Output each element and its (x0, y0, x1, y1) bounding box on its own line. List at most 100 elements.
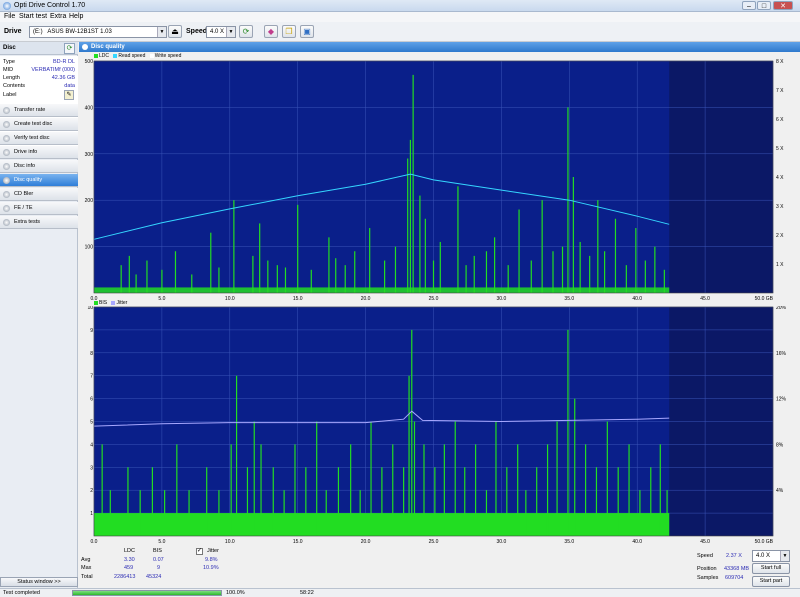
x-tick-label: 5.0 (158, 539, 165, 545)
y2-tick-label: 16% (776, 351, 787, 357)
disc-refresh-button[interactable]: ⟳ (64, 43, 75, 54)
y-tick-label: 1 (90, 511, 93, 517)
save-icon: ▣ (303, 27, 311, 36)
drive-icon (3, 149, 10, 156)
y-tick-label: 4 (90, 442, 93, 448)
disc-icon (3, 205, 10, 212)
start-full-button[interactable]: Start full (752, 563, 790, 574)
y2-tick-label: 3 X (776, 204, 784, 210)
info-row-type: Type BD-R DL (3, 59, 75, 65)
menu-file[interactable]: File (4, 13, 15, 20)
position-label: Position (697, 566, 717, 572)
speed-select[interactable]: 4.0 X ▼ (206, 26, 236, 38)
speed-result-value: 2.37 X (726, 553, 742, 559)
y2-tick-label: 4 X (776, 175, 784, 181)
x-tick-label: 10.0 (225, 539, 235, 545)
disc-icon (3, 121, 10, 128)
disc-icon (3, 191, 10, 198)
menu-extra[interactable]: Extra (50, 13, 66, 20)
write-swatch (149, 53, 154, 58)
y-tick-label: 5 (90, 420, 93, 426)
y2-tick-label: 4% (776, 488, 784, 494)
sidebar-item-verify-test-disc[interactable]: Verify test disc (0, 132, 78, 145)
y-tick-label: 300 (85, 152, 94, 158)
speed-label: Speed (186, 28, 208, 35)
avg-ldc: 3.30 (124, 557, 135, 563)
copy-icon: ❐ (285, 27, 293, 36)
x-tick-label: 20.0 (361, 539, 371, 545)
sidebar-item-transfer-rate[interactable]: Transfer rate (0, 104, 78, 117)
x-tick-label: 50.0 GB (755, 296, 774, 302)
erase-button[interactable]: ◆ (264, 25, 278, 38)
x-tick-label: 35.0 (564, 539, 574, 545)
sidebar-item-cd-bler[interactable]: CD Bler (0, 188, 78, 201)
edit-label-button[interactable]: ✎ (64, 90, 74, 100)
disc-quality-panel: Disc quality LDC Read speed Write speed … (79, 42, 800, 588)
sidebar-item-fe-te[interactable]: FE / TE (0, 202, 78, 215)
maximize-button[interactable]: □ (757, 1, 771, 10)
progress-fill (73, 591, 221, 595)
y-tick-label: 500 (85, 59, 94, 65)
sidebar: Disc ⟳ Type BD-R DL MID VERBATIMf (000) Le… (0, 42, 78, 588)
result-speed-select[interactable]: 4.0 X ▼ (752, 550, 790, 562)
menu-help[interactable]: Help (69, 13, 83, 20)
close-button[interactable]: ✕ (773, 1, 793, 10)
row-max-label: Max (81, 565, 92, 571)
unused-area (669, 61, 773, 293)
sidebar-item-extra-tests[interactable]: Extra tests (0, 216, 78, 229)
sidebar-item-disc-info[interactable]: Disc info (0, 160, 78, 173)
disc-icon (3, 163, 10, 170)
max-bis: 9 (157, 565, 161, 571)
y2-tick-label: 7 X (776, 88, 784, 94)
y-tick-label: 100 (85, 245, 94, 251)
disc-icon (3, 177, 10, 184)
panel-header: Disc quality (79, 42, 800, 52)
progress-text: 100.0% (226, 590, 245, 596)
refresh-button[interactable]: ⟳ (239, 25, 253, 38)
x-tick-label: 25.0 (429, 539, 439, 545)
speed-select-value: 4.0 X (210, 29, 225, 35)
status-window-button[interactable]: Status window >> (0, 577, 78, 587)
window-title: Opti Drive Control 1.70 (14, 2, 86, 9)
sidebar-item-disc-quality[interactable]: Disc quality (0, 174, 78, 187)
y-tick-label: 9 (90, 328, 93, 334)
status-bar: Test completed 100.0% 58:22 (0, 588, 800, 597)
refresh-icon: ⟳ (66, 45, 73, 52)
y2-tick-label: 6 X (776, 117, 784, 123)
eject-icon: ⏏ (171, 27, 179, 36)
panel-title: Disc quality (91, 43, 125, 50)
sidebar-item-drive-info[interactable]: Drive info (0, 146, 78, 159)
x-tick-label: 35.0 (564, 296, 574, 302)
start-part-button[interactable]: Start part (752, 576, 790, 587)
jitter-checkbox[interactable]: ✓ (196, 548, 203, 555)
refresh-icon: ⟳ (242, 27, 250, 36)
x-tick-label: 10.0 (225, 296, 235, 302)
max-ldc: 459 (124, 565, 134, 571)
row-total-label: Total (81, 574, 93, 580)
eraser-icon: ◆ (267, 27, 275, 36)
toolbar: Drive (E:) ASUS BW-12B1ST 1.03 ▼ ⏏ Speed… (0, 22, 800, 42)
x-tick-label: 0.0 (91, 539, 98, 545)
y-tick-label: 8 (90, 351, 93, 357)
minimize-button[interactable]: – (742, 1, 756, 10)
sidebar-item-create-test-disc[interactable]: Create test disc (0, 118, 78, 131)
y2-tick-label: 8% (776, 442, 784, 448)
eject-button[interactable]: ⏏ (168, 25, 182, 38)
y-tick-label: 400 (85, 105, 94, 111)
app-icon (3, 2, 11, 10)
x-tick-label: 30.0 (497, 296, 507, 302)
col-bis-header: BIS (153, 548, 162, 554)
ldc-swatch (94, 53, 98, 58)
menu-start-test[interactable]: Start test (19, 13, 47, 20)
y2-tick-label: 12% (776, 397, 787, 403)
col-ldc-header: LDC (124, 548, 136, 554)
drive-name: ASUS BW-12B1ST 1.03 (47, 29, 112, 35)
result-speed-select-value: 4.0 X (756, 553, 771, 559)
save-button[interactable]: ▣ (300, 25, 314, 38)
tools-icon (3, 219, 10, 226)
info-row-mid: MID VERBATIMf (000) (3, 67, 75, 73)
copy-button[interactable]: ❐ (282, 25, 296, 38)
y2-tick-label: 1 X (776, 262, 784, 268)
status-text: Test completed (3, 590, 40, 596)
drive-select[interactable]: (E:) ASUS BW-12B1ST 1.03 ▼ (29, 26, 167, 38)
